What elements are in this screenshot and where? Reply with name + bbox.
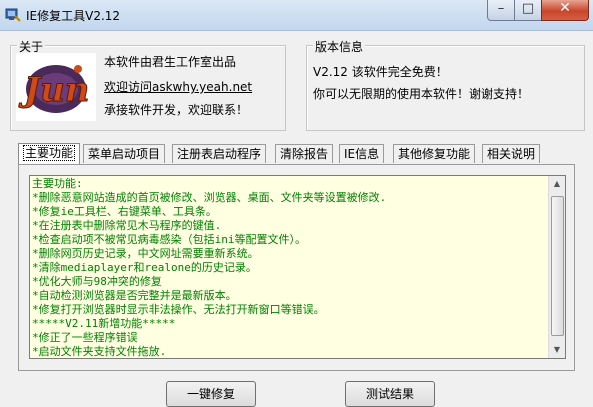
vertical-scrollbar[interactable]: ▲ ▼ xyxy=(548,176,565,358)
title-bar[interactable]: IE修复工具V2.12 – □ ✕ xyxy=(0,0,593,31)
version-group-label: 版本信息 xyxy=(313,38,366,55)
tab-other-repair[interactable]: 其他修复功能 xyxy=(393,144,476,163)
content-line: *启动文件夹支持文件拖放. xyxy=(32,345,167,358)
maximize-icon: □ xyxy=(521,1,535,16)
content-line: *删除恶意网站造成的首页被修改、浏览器、桌面、文件夹等设置被修改. xyxy=(32,191,387,204)
features-textbox[interactable]: 主要功能: *删除恶意网站造成的首页被修改、浏览器、桌面、文件夹等设置被修改. *修… xyxy=(29,175,566,359)
close-button[interactable]: ✕ xyxy=(541,0,589,21)
about-group: 关于 Jun 本软件由君生工作室出品 欢迎访问askwhy.yeah.net 承… xyxy=(10,38,286,131)
tab-ie-info[interactable]: IE信息 xyxy=(339,144,385,163)
about-contact-text: 承接软件开发，欢迎联系！ xyxy=(104,103,249,117)
close-icon: ✕ xyxy=(559,0,571,16)
version-usage-text: 你可以无限期的使用本软件！谢谢支持！ xyxy=(313,87,530,101)
minimize-button[interactable]: – xyxy=(487,0,515,21)
studio-logo: Jun xyxy=(16,53,96,121)
window-title: IE修复工具V2.12 xyxy=(26,9,121,23)
features-text: 主要功能: *删除恶意网站造成的首页被修改、浏览器、桌面、文件夹等设置被修改. *修… xyxy=(32,177,547,358)
content-line: *修复打开浏览器时显示非法操作、无法打开新窗口等错误。 xyxy=(32,303,325,316)
tab-clear-report[interactable]: 清除报告 xyxy=(275,144,334,163)
content-line: *清除mediaplayer和realone的历史记录。 xyxy=(32,261,257,274)
website-link[interactable]: 欢迎访问askwhy.yeah.net xyxy=(104,78,252,95)
version-free-text: V2.12 该软件完全免费！ xyxy=(313,65,448,79)
content-line: *检查启动项不被常见病毒感染（包括ini等配置文件）。 xyxy=(32,233,306,246)
maximize-button[interactable]: □ xyxy=(514,0,542,21)
content-line: *删除网页历史记录，中文网址需要重新系统。 xyxy=(32,247,259,260)
scroll-thumb[interactable] xyxy=(551,196,564,336)
tab-related-notes[interactable]: 相关说明 xyxy=(482,144,541,163)
scroll-down-icon[interactable]: ▼ xyxy=(549,342,565,358)
tab-main-features[interactable]: 主要功能 xyxy=(18,143,81,164)
content-line: *自动检测浏览器是否完整并是最新版本。 xyxy=(32,289,237,302)
version-group: 版本信息 V2.12 该软件完全免费！ 你可以无限期的使用本软件！谢谢支持！ xyxy=(306,38,585,131)
test-result-button[interactable]: 测试结果 xyxy=(345,381,435,407)
about-author-text: 本软件由君生工作室出品 xyxy=(104,55,237,69)
content-line: *优化大师与98冲突的修复 xyxy=(32,275,162,288)
content-line: 主要功能: xyxy=(32,177,83,190)
content-line: *修正了一些程序错误 xyxy=(32,331,138,344)
content-line: *****V2.11新增功能***** xyxy=(32,317,176,330)
tab-menu-startup[interactable]: 菜单启动项目 xyxy=(83,144,166,163)
tab-registry-startup[interactable]: 注册表启动程序 xyxy=(172,144,267,163)
tab-panel: 主要功能: *删除恶意网站造成的首页被修改、浏览器、桌面、文件夹等设置被修改. *修… xyxy=(18,164,575,371)
svg-text:Jun: Jun xyxy=(18,70,90,110)
content-line: *修复ie工具栏、右键菜单、工具条。 xyxy=(32,205,217,218)
app-icon xyxy=(5,8,21,22)
one-click-repair-button[interactable]: 一键修复 xyxy=(166,381,256,407)
scroll-up-icon[interactable]: ▲ xyxy=(549,176,565,192)
minimize-icon: – xyxy=(497,1,505,16)
content-line: *在注册表中删除常见木马程序的键值. xyxy=(32,219,222,232)
